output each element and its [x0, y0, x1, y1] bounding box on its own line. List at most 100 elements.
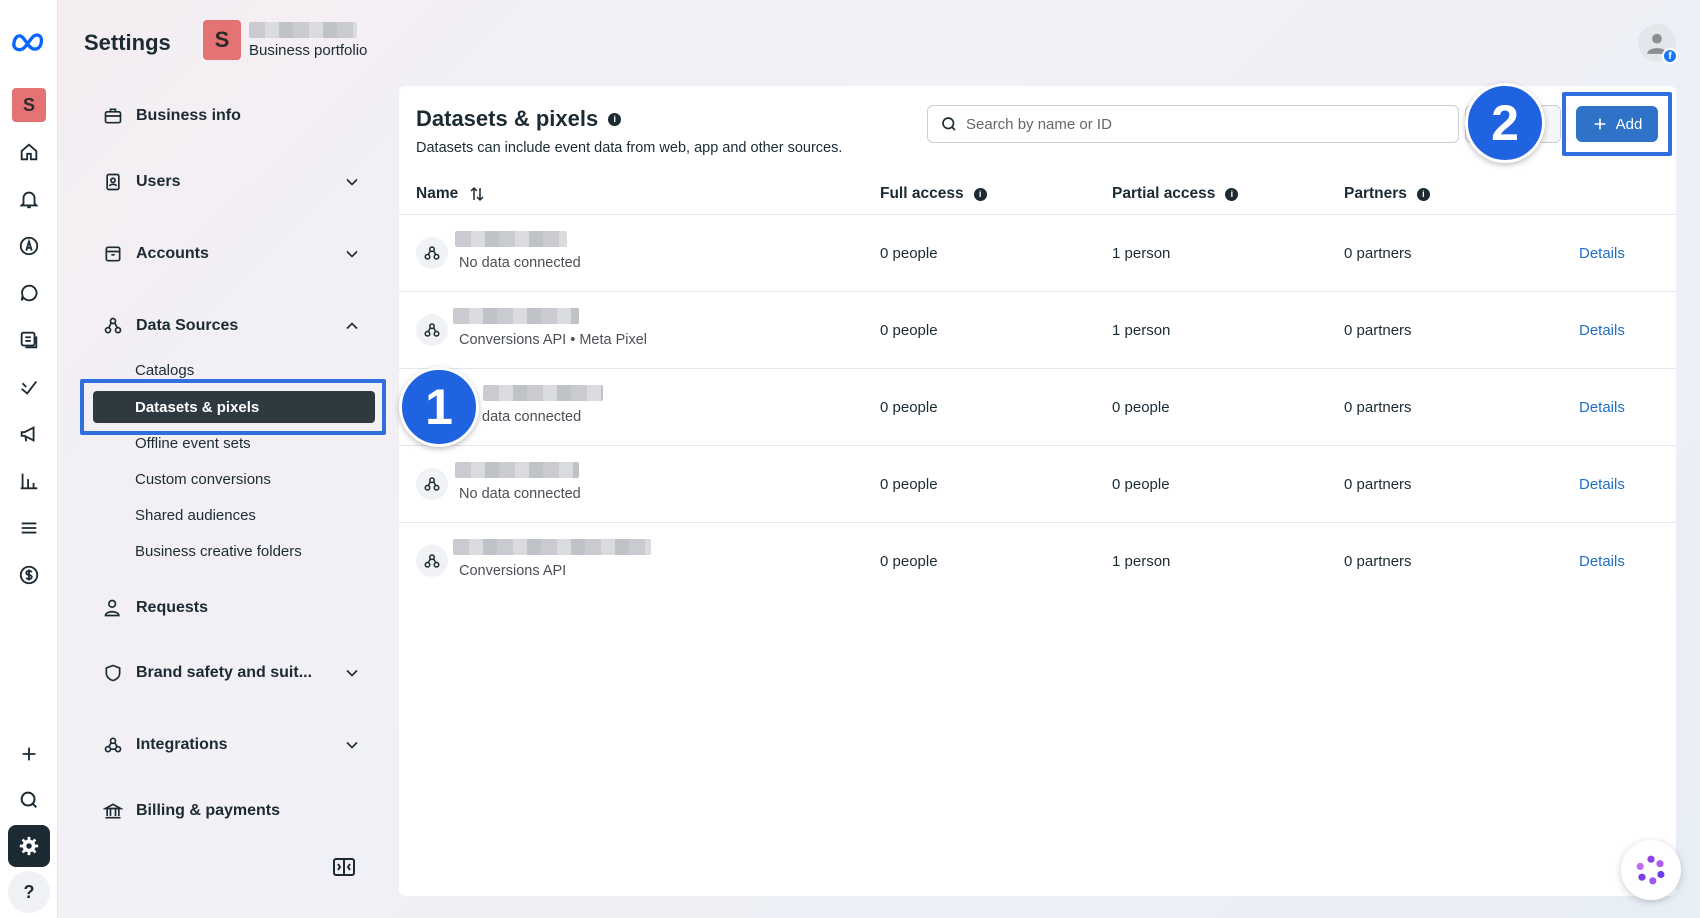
search-input[interactable] — [966, 115, 1406, 133]
partners-cell: 0 partners — [1344, 476, 1412, 493]
user-avatar[interactable]: f — [1638, 24, 1678, 64]
home-icon[interactable] — [8, 131, 50, 173]
sidebar-item-label: Data Sources — [136, 317, 239, 334]
table-row[interactable]: data connected 0 people 0 people 0 partn… — [399, 368, 1676, 445]
sidebar-item-requests[interactable]: Requests — [102, 590, 362, 626]
details-link[interactable]: Details — [1579, 399, 1625, 416]
sidebar-item-business-info[interactable]: Business info — [102, 98, 362, 134]
column-header-full-access: Full access i — [880, 185, 987, 203]
meta-logo-icon[interactable] — [8, 20, 50, 62]
plus-icon[interactable] — [8, 733, 50, 775]
dataset-connection-status: No data connected — [459, 486, 581, 502]
portfolio-avatar: S — [203, 20, 241, 60]
details-link[interactable]: Details — [1579, 322, 1625, 339]
leaf-icon[interactable] — [8, 366, 50, 408]
help-icon[interactable]: ? — [8, 871, 50, 913]
panel-subtitle: Datasets can include event data from web… — [416, 140, 843, 156]
chat-icon[interactable] — [8, 272, 50, 314]
column-label: Partial access — [1112, 185, 1216, 202]
details-link[interactable]: Details — [1579, 553, 1625, 570]
step-1-marker: 1 — [399, 367, 479, 447]
dataset-icon — [416, 237, 448, 269]
portfolio-avatar[interactable]: S — [12, 88, 46, 122]
redacted-dataset-name — [455, 462, 579, 478]
compass-icon[interactable] — [8, 225, 50, 267]
full-access-cell: 0 people — [880, 399, 938, 416]
dataset-icon — [416, 545, 448, 577]
sidebar-subitem-offline-event-sets[interactable]: Offline event sets — [135, 435, 251, 452]
partial-access-cell: 1 person — [1112, 245, 1171, 262]
full-access-cell: 0 people — [880, 245, 938, 262]
redacted-dataset-name — [455, 231, 567, 247]
search-icon[interactable] — [8, 779, 50, 821]
sidebar-item-brand-safety[interactable]: Brand safety and suit... — [102, 655, 362, 691]
business-portfolio-switcher[interactable]: S Business portfolio — [203, 20, 367, 60]
chevron-down-icon[interactable] — [342, 244, 362, 264]
bar-chart-icon[interactable] — [8, 460, 50, 502]
partial-access-cell: 1 person — [1112, 553, 1171, 570]
portfolio-label: Business portfolio — [249, 41, 368, 59]
chevron-down-icon[interactable] — [342, 172, 362, 192]
sidebar-subitem-business-creative-folders[interactable]: Business creative folders — [135, 543, 302, 560]
partial-access-cell: 0 people — [1112, 476, 1170, 493]
sidebar-item-label: Brand safety and suit... — [136, 664, 313, 681]
sidebar-item-accounts[interactable]: Accounts — [102, 236, 362, 272]
chevron-down-icon[interactable] — [342, 735, 362, 755]
sort-icon[interactable] — [468, 185, 486, 203]
sidebar-item-billing[interactable]: Billing & payments — [102, 793, 362, 829]
chevron-down-icon[interactable] — [342, 663, 362, 683]
dataset-icon — [416, 314, 448, 346]
dataset-connection-status: Conversions API — [459, 563, 567, 579]
info-icon[interactable]: i — [1225, 187, 1239, 201]
table-row[interactable]: No data connected 0 people 0 people 0 pa… — [399, 445, 1676, 522]
column-header-partial-access: Partial access i — [1112, 185, 1239, 203]
sidebar-subitem-custom-conversions[interactable]: Custom conversions — [135, 471, 271, 488]
chevron-up-icon[interactable] — [342, 316, 362, 336]
sidebar-item-label: Business info — [136, 107, 241, 124]
search-icon — [942, 117, 956, 131]
collapse-sidebar-icon[interactable] — [332, 857, 356, 877]
partial-access-cell: 1 person — [1112, 322, 1171, 339]
id-card-icon — [102, 171, 124, 193]
sidebar-item-users[interactable]: Users — [102, 164, 362, 200]
integrations-icon — [102, 734, 124, 756]
info-icon[interactable]: i — [973, 187, 987, 201]
column-header-name[interactable]: Name — [416, 185, 486, 203]
sidebar-item-integrations[interactable]: Integrations — [102, 727, 362, 763]
sidebar-subitem-catalogs[interactable]: Catalogs — [135, 362, 194, 379]
details-link[interactable]: Details — [1579, 245, 1625, 262]
info-icon[interactable]: i — [608, 112, 622, 126]
sidebar-item-data-sources[interactable]: Data Sources — [102, 308, 362, 344]
full-access-cell: 0 people — [880, 476, 938, 493]
redacted-dataset-name — [453, 539, 651, 555]
data-sources-icon — [102, 315, 124, 337]
table-row[interactable]: Conversions API 0 people 1 person 0 part… — [399, 522, 1676, 599]
search-field[interactable] — [927, 105, 1459, 143]
pages-icon[interactable] — [8, 319, 50, 361]
details-link[interactable]: Details — [1579, 476, 1625, 493]
gear-icon[interactable] — [8, 825, 50, 867]
info-icon[interactable]: i — [1416, 187, 1430, 201]
partners-cell: 0 partners — [1344, 322, 1412, 339]
redacted-dataset-name — [483, 385, 603, 401]
bell-icon[interactable] — [8, 178, 50, 220]
assistant-flower-icon — [1636, 855, 1665, 885]
redacted-portfolio-name — [249, 21, 357, 38]
sidebar-subitem-shared-audiences[interactable]: Shared audiences — [135, 507, 256, 524]
sidebar-item-label: Users — [136, 173, 181, 190]
menu-icon[interactable] — [8, 507, 50, 549]
dataset-connection-status: data connected — [482, 409, 582, 425]
column-label: Partners — [1344, 185, 1407, 202]
facebook-badge-icon: f — [1662, 48, 1678, 64]
briefcase-icon — [102, 105, 124, 127]
panel-title: Datasets & pixels i — [416, 106, 622, 132]
assistant-button[interactable] — [1621, 840, 1681, 900]
dollar-icon[interactable] — [8, 554, 50, 596]
table-row[interactable]: No data connected 0 people 1 person 0 pa… — [399, 214, 1676, 291]
panel-title-text: Datasets & pixels — [416, 106, 599, 131]
highlight-box-add — [1562, 92, 1672, 156]
bank-icon — [102, 800, 124, 822]
partners-cell: 0 partners — [1344, 399, 1412, 416]
table-row[interactable]: Conversions API • Meta Pixel 0 people 1 … — [399, 291, 1676, 368]
megaphone-icon[interactable] — [8, 413, 50, 455]
